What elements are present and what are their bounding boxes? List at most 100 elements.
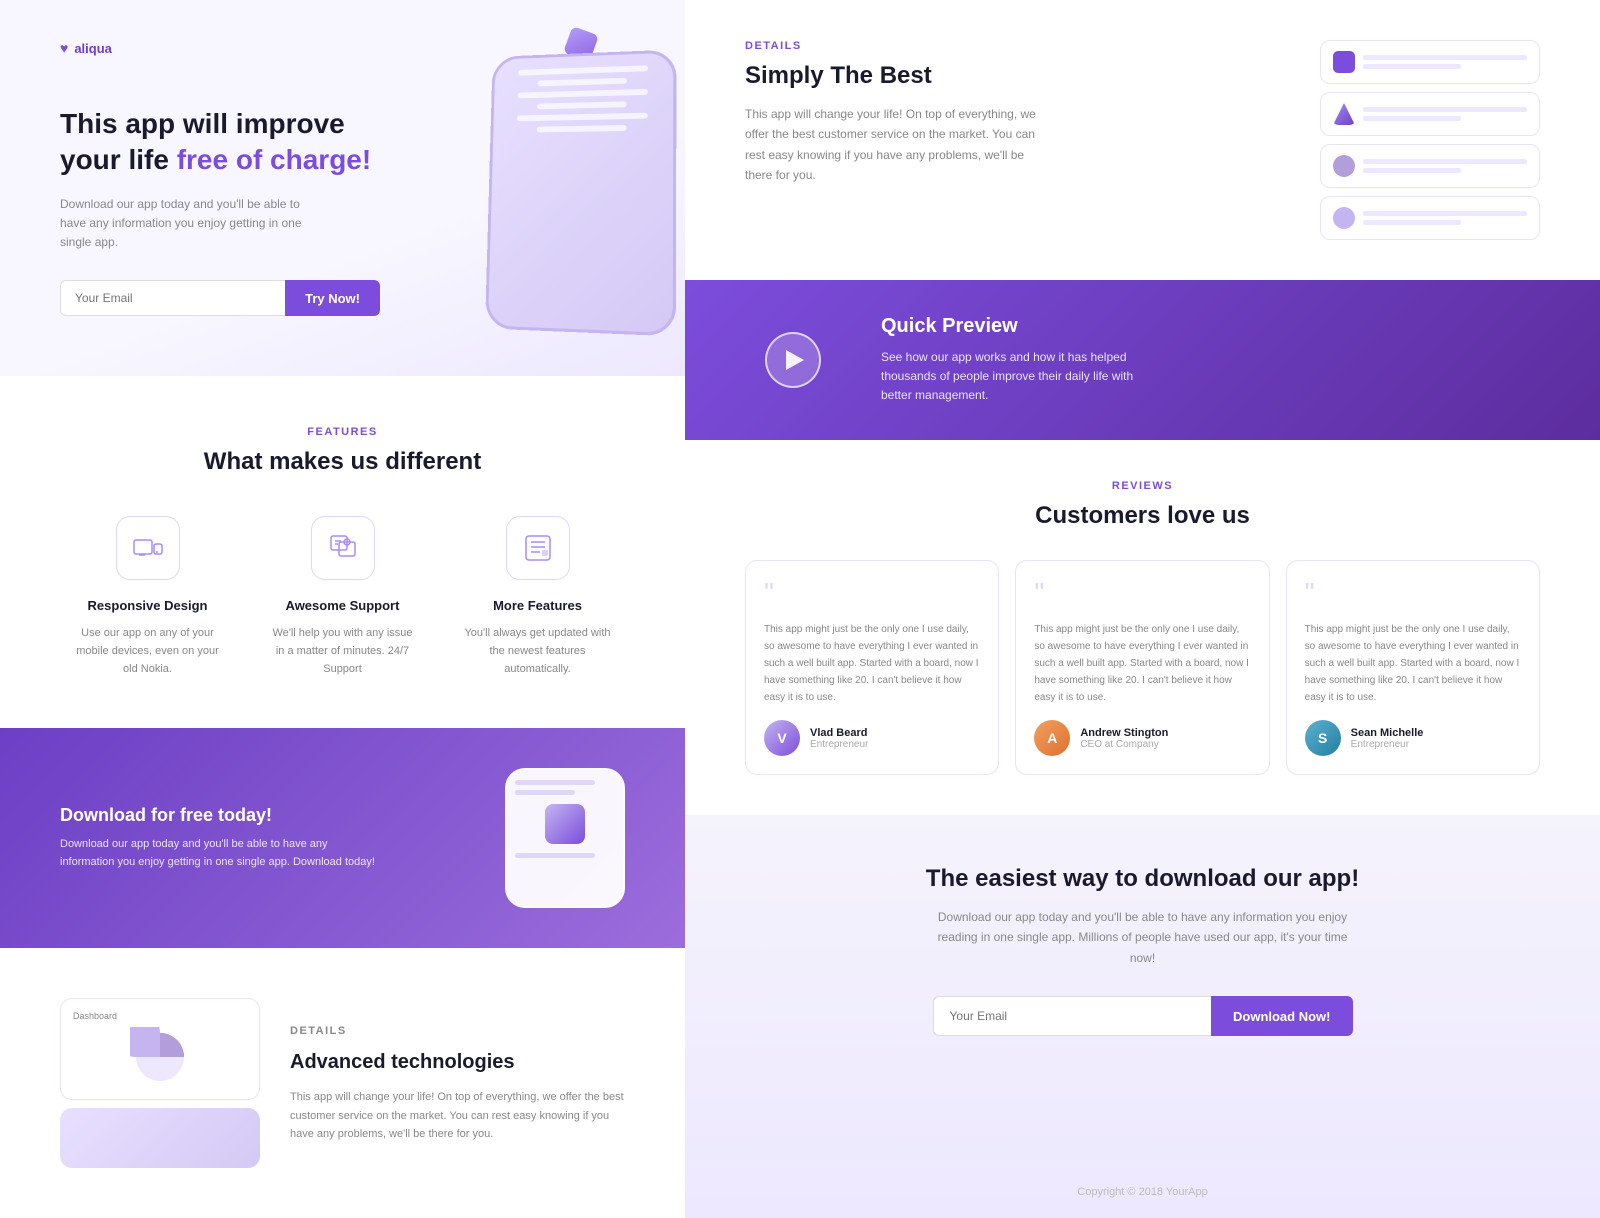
author-role-1: CEO at Company [1080,739,1168,750]
ui-card-line [1363,107,1527,112]
features-tag: FEATURES [60,426,625,438]
ui-card-line [1363,159,1527,164]
hero-subtitle: Download our app today and you'll be abl… [60,195,320,253]
download-banner-title: Download for free today! [60,805,465,826]
review-text-2: This app might just be the only one I us… [1305,621,1521,706]
details-section: Dashboard DETAILS Advanced technologies … [0,948,685,1218]
feature-desc-1: We'll help you with any issue in a matte… [268,625,418,678]
ui-card-line-short [1363,64,1461,69]
copyright: Copyright © 2018 YourApp [1077,1186,1207,1198]
author-avatar-0: V [764,720,800,756]
bottom-cta-section: The easiest way to download our app! Dow… [685,815,1600,1218]
video-title: Quick Preview [881,315,1161,338]
review-text-0: This app might just be the only one I us… [764,621,980,706]
hero-email-input[interactable] [60,280,285,316]
quote-icon-0: " [764,579,980,607]
play-button[interactable] [765,332,821,388]
banner-phone-mockup [505,768,625,908]
details-title: Advanced technologies [290,1051,625,1074]
author-name-1: Andrew Stington [1080,727,1168,739]
review-author-1: A Andrew Stington CEO at Company [1034,720,1250,756]
author-info-0: Vlad Beard Entrepreneur [810,727,868,750]
ui-card-2 [1320,92,1540,136]
details-mockup: Dashboard [60,998,260,1168]
mockup-card-title: Dashboard [73,1011,247,1021]
feature-card-responsive: Responsive Design Use our app on any of … [60,516,235,678]
mockup-pie-chart [130,1027,190,1087]
hero-email-form: Try Now! [60,280,380,316]
left-panel: ♥ aliqua This app will improve your life… [0,0,685,1218]
ui-card-lines [1363,159,1527,173]
ui-card-lines [1363,107,1527,121]
review-author-2: S Sean Michelle Entrepreneur [1305,720,1521,756]
ui-card-icon-gear [1333,207,1355,229]
responsive-icon-wrap [116,516,180,580]
reviews-grid: " This app might just be the only one I … [745,560,1540,775]
author-info-2: Sean Michelle Entrepreneur [1351,727,1424,750]
reviews-title: Customers love us [745,502,1540,530]
more-features-icon-wrap [506,516,570,580]
feature-name-1: Awesome Support [286,598,400,613]
phone-line [517,113,648,122]
avatar-img-0: V [764,720,800,756]
author-role-2: Entrepreneur [1351,739,1424,750]
bottom-email-form: Download Now! [933,996,1353,1036]
video-desc: See how our app works and how it has hel… [881,348,1161,406]
ui-card-line [1363,55,1527,60]
avatar-img-2: S [1305,720,1341,756]
reviews-section: REVIEWS Customers love us " This app mig… [685,440,1600,815]
author-info-1: Andrew Stington CEO at Company [1080,727,1168,750]
download-now-button[interactable]: Download Now! [1211,996,1353,1036]
awesome-support-icon [327,532,359,564]
try-now-button[interactable]: Try Now! [285,280,380,316]
phone-mockup [485,49,676,336]
ui-card-icon-triangle [1333,103,1355,125]
author-role-0: Entrepreneur [810,739,868,750]
logo-icon: ♥ [60,40,68,56]
download-banner-subtitle: Download our app today and you'll be abl… [60,836,380,871]
hero-illustration [435,20,685,340]
feature-card-support: Awesome Support We'll help you with any … [255,516,430,678]
quote-icon-1: " [1034,579,1250,607]
bottom-cta-title: The easiest way to download our app! [745,865,1540,893]
reviews-tag: REVIEWS [745,480,1540,492]
details-tag: DETAILS [290,1022,625,1041]
phone-line [537,78,627,87]
ui-card-1 [1320,40,1540,84]
ui-card-line-short [1363,116,1461,121]
play-triangle-icon [786,350,804,370]
simply-mockups [1320,40,1540,240]
bottom-cta-desc: Download our app today and you'll be abl… [933,907,1353,968]
phone-line [517,89,648,99]
review-card-0: " This app might just be the only one I … [745,560,999,775]
review-author-0: V Vlad Beard Entrepreneur [764,720,980,756]
review-card-2: " This app might just be the only one I … [1286,560,1540,775]
features-title: What makes us different [60,448,625,476]
banner-phone-bar [515,780,595,785]
ui-card-3 [1320,144,1540,188]
mockup-wave-card [60,1108,260,1168]
quote-icon-2: " [1305,579,1521,607]
feature-desc-2: You'll always get updated with the newes… [463,625,613,678]
bottom-email-input[interactable] [933,996,1212,1036]
simply-desc: This app will change your life! On top o… [745,104,1045,186]
hero-section: ♥ aliqua This app will improve your life… [0,0,685,376]
review-text-1: This app might just be the only one I us… [1034,621,1250,706]
phone-line [518,65,648,75]
author-name-0: Vlad Beard [810,727,868,739]
phone-line [536,125,626,132]
right-panel: DETAILS Simply The Best This app will ch… [685,0,1600,1218]
banner-phone-bar [515,853,595,858]
avatar-img-1: A [1034,720,1070,756]
video-section: Quick Preview See how our app works and … [685,280,1600,440]
simply-best-section: DETAILS Simply The Best This app will ch… [685,0,1600,280]
mockup-card-pie: Dashboard [60,998,260,1100]
feature-name-0: Responsive Design [88,598,208,613]
feature-card-more: More Features You'll always get updated … [450,516,625,678]
author-avatar-2: S [1305,720,1341,756]
ui-card-line [1363,211,1527,216]
feature-name-2: More Features [493,598,582,613]
ui-card-lines [1363,55,1527,69]
phone-line [537,101,627,109]
ui-card-line-short [1363,168,1461,173]
